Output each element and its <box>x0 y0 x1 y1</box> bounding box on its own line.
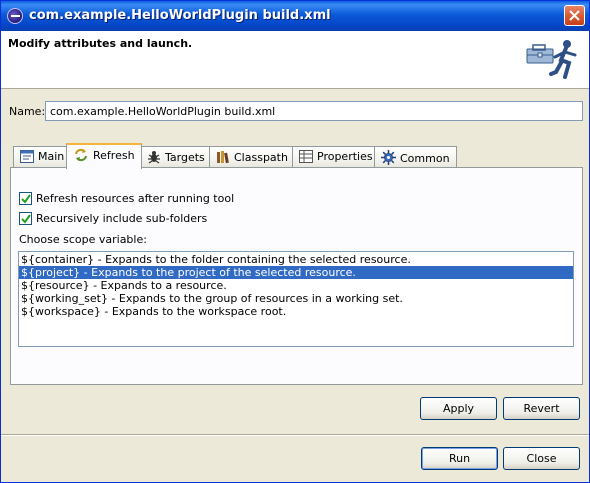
revert-button[interactable]: Revert <box>503 397 580 420</box>
dialog-header: Modify attributes and launch. <box>1 31 589 89</box>
list-item[interactable]: ${resource} - Expands to a resource. <box>19 279 573 292</box>
tab-label-classpath: Classpath <box>234 151 288 164</box>
tab-label-properties: Properties <box>317 150 373 163</box>
recursive-checkbox[interactable] <box>19 212 32 225</box>
refresh-tab-icon <box>75 148 87 162</box>
apply-button[interactable]: Apply <box>420 397 497 420</box>
list-item-selected[interactable]: ${project} - Expands to the project of t… <box>19 266 573 279</box>
tab-properties[interactable]: Properties <box>292 146 380 168</box>
targets-tab-icon <box>148 151 160 164</box>
tab-common[interactable]: Common <box>374 146 457 168</box>
list-item[interactable]: ${workspace} - Expands to the workspace … <box>19 305 573 318</box>
tab-targets[interactable]: Targets <box>140 146 212 168</box>
list-item[interactable]: ${container} - Expands to the folder con… <box>19 253 573 266</box>
close-window-button[interactable] <box>564 5 585 26</box>
tab-label-common: Common <box>400 152 450 165</box>
external-tool-banner-icon <box>526 40 577 79</box>
checkmark-icon <box>21 194 31 204</box>
common-tab-icon <box>381 150 396 165</box>
main-tab-icon <box>20 150 34 163</box>
refresh-after-run-label: Refresh resources after running tool <box>36 192 235 205</box>
title-bar[interactable]: com.example.HelloWorldPlugin build.xml <box>1 1 589 31</box>
name-field[interactable] <box>45 101 583 121</box>
header-message: Modify attributes and launch. <box>8 37 193 50</box>
tab-label-main: Main <box>38 150 65 163</box>
tab-label-targets: Targets <box>165 151 205 164</box>
eclipse-icon <box>7 8 23 24</box>
tab-main[interactable]: Main <box>13 146 72 168</box>
list-item[interactable]: ${working_set} - Expands to the group of… <box>19 292 573 305</box>
tab-classpath[interactable]: Classpath <box>209 146 295 168</box>
tab-refresh[interactable]: Refresh <box>66 143 142 169</box>
scope-variable-label: Choose scope variable: <box>19 233 147 246</box>
recursive-label: Recursively include sub-folders <box>36 212 208 225</box>
run-button[interactable]: Run <box>421 447 498 470</box>
checkmark-icon <box>21 214 31 224</box>
window-title: com.example.HelloWorldPlugin build.xml <box>29 8 331 23</box>
tab-label-refresh: Refresh <box>93 149 135 162</box>
separator <box>1 434 589 436</box>
launch-configuration-dialog: com.example.HelloWorldPlugin build.xml M… <box>0 0 590 483</box>
close-button[interactable]: Close <box>503 447 580 470</box>
close-icon <box>569 10 580 21</box>
scope-variable-list[interactable]: ${container} - Expands to the folder con… <box>18 251 574 347</box>
name-label: Name: <box>9 105 46 118</box>
refresh-after-run-checkbox[interactable] <box>19 192 32 205</box>
classpath-tab-icon <box>217 151 229 164</box>
properties-tab-icon <box>299 150 313 163</box>
